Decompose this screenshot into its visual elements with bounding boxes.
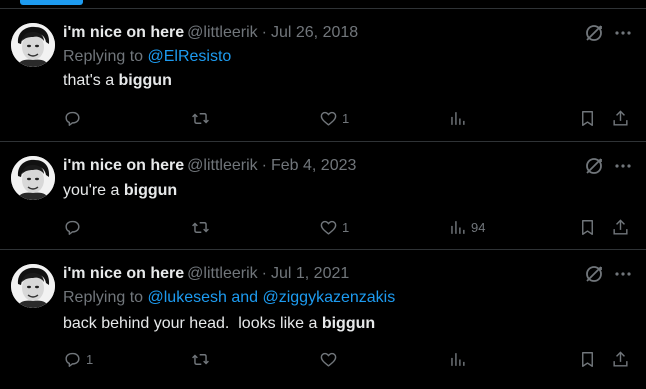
- tweet-text-plain: back behind your head. looks like a: [63, 315, 322, 332]
- action-bar: 1: [0, 106, 646, 130]
- replying-to: Replying to @ElResisto: [63, 46, 231, 68]
- share-button[interactable]: [611, 106, 630, 130]
- tweet-header: i'm nice on here @littleerik · Jul 1, 2021: [63, 263, 349, 285]
- avatar[interactable]: [11, 264, 55, 308]
- bar-chart-icon: [451, 352, 465, 366]
- tweet-text: back behind your head. looks like a bigg…: [63, 313, 375, 335]
- views-button[interactable]: [448, 106, 471, 130]
- display-name[interactable]: i'm nice on here: [63, 24, 184, 41]
- reply-count: 1: [86, 351, 94, 367]
- tweet-header: i'm nice on here @littleerik · Jul 26, 2018: [63, 22, 358, 44]
- bookmark-button[interactable]: [578, 347, 597, 371]
- bookmark-button[interactable]: [578, 215, 597, 239]
- heart-icon: [320, 352, 337, 367]
- replying-to-label: Replying to: [63, 48, 148, 65]
- separator: ·: [261, 24, 267, 41]
- like-count: 1: [342, 219, 350, 235]
- bar-chart-icon: [451, 111, 465, 125]
- tweet-text-bold: biggun: [123, 182, 178, 199]
- tweet-text: that's a biggun: [63, 70, 172, 92]
- tweet-date[interactable]: Feb 4, 2023: [271, 157, 356, 174]
- reply-bubble-icon: [65, 220, 80, 235]
- heart-icon: [320, 220, 337, 235]
- more-dots-icon[interactable]: [612, 155, 634, 177]
- like-button[interactable]: [319, 347, 342, 371]
- views-button[interactable]: [448, 347, 471, 371]
- action-bar: 1 94: [0, 215, 646, 239]
- bookmark-icon: [582, 351, 593, 367]
- tweet-text-plain: you're a: [63, 182, 124, 199]
- user-handle[interactable]: @littleerik: [187, 157, 257, 174]
- tweet-card[interactable]: i'm nice on here @littleerik · Feb 4, 2023 …: [0, 142, 646, 250]
- view-count: 94: [471, 219, 486, 235]
- display-name[interactable]: i'm nice on here: [63, 157, 184, 174]
- grok-icon[interactable]: [583, 22, 605, 44]
- reply-bubble-icon: [65, 111, 80, 126]
- tweet-date[interactable]: Jul 1, 2021: [271, 265, 349, 282]
- mention-link[interactable]: @lukesesh and @ziggykazenzakis: [148, 289, 396, 306]
- reply-button[interactable]: [63, 106, 86, 130]
- tweet-text-bold: biggun: [118, 72, 172, 89]
- mention-link[interactable]: @ElResisto: [148, 48, 232, 65]
- tweet-text-bold: biggun: [321, 315, 376, 332]
- heart-icon: [320, 111, 337, 126]
- repost-button[interactable]: [191, 106, 214, 130]
- separator: ·: [261, 265, 267, 282]
- tweet-date[interactable]: Jul 26, 2018: [271, 24, 358, 41]
- tweet-card[interactable]: i'm nice on here @littleerik · Jul 26, 2018…: [0, 9, 646, 142]
- share-button[interactable]: [611, 347, 630, 371]
- views-button[interactable]: 94: [448, 215, 485, 239]
- user-handle[interactable]: @littleerik: [187, 24, 257, 41]
- more-dots-icon[interactable]: [612, 22, 634, 44]
- reply-bubble-icon: [65, 352, 80, 367]
- grok-icon[interactable]: [583, 263, 605, 285]
- like-button[interactable]: 1: [319, 215, 349, 239]
- separator: ·: [261, 157, 267, 174]
- avatar[interactable]: [11, 23, 55, 67]
- reply-button[interactable]: [63, 215, 86, 239]
- tweet-text-plain: that's a: [63, 72, 119, 89]
- replying-to: Replying to @lukesesh and @ziggykazenzak…: [63, 287, 395, 309]
- repost-icon: [192, 221, 209, 233]
- tweet-header: i'm nice on here @littleerik · Feb 4, 2023: [63, 155, 356, 177]
- bar-chart-icon: [451, 220, 465, 234]
- replying-to-label: Replying to: [63, 289, 148, 306]
- user-handle[interactable]: @littleerik: [187, 265, 257, 282]
- repost-button[interactable]: [191, 347, 214, 371]
- tweet-text: you're a biggun: [63, 180, 177, 202]
- avatar[interactable]: [11, 156, 55, 200]
- like-button[interactable]: 1: [319, 106, 349, 130]
- active-tab-indicator: [20, 0, 83, 5]
- tweet-card[interactable]: i'm nice on here @littleerik · Jul 1, 2021 …: [0, 250, 646, 389]
- repost-button[interactable]: [191, 215, 214, 239]
- share-icon: [613, 109, 628, 126]
- share-button[interactable]: [611, 215, 630, 239]
- bookmark-icon: [582, 110, 593, 126]
- bookmark-icon: [582, 219, 593, 235]
- action-bar: 1: [0, 347, 646, 371]
- share-icon: [613, 218, 628, 235]
- like-count: 1: [342, 110, 350, 126]
- share-icon: [613, 350, 628, 367]
- grok-icon[interactable]: [583, 155, 605, 177]
- reply-button[interactable]: 1: [63, 347, 93, 371]
- display-name[interactable]: i'm nice on here: [63, 265, 184, 282]
- repost-icon: [192, 353, 209, 365]
- repost-icon: [192, 112, 209, 124]
- more-dots-icon[interactable]: [612, 263, 634, 285]
- bookmark-button[interactable]: [578, 106, 597, 130]
